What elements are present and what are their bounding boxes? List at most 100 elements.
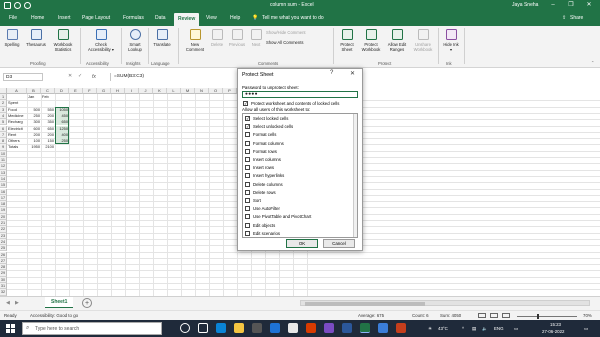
share-button[interactable]: Share — [570, 15, 583, 21]
redo-icon[interactable] — [24, 2, 31, 9]
translate-button[interactable]: Translate — [151, 29, 173, 47]
tab-view[interactable]: View — [206, 15, 217, 21]
column-header[interactable]: G — [97, 88, 111, 94]
tell-me-search[interactable]: Tell me what you want to do — [262, 15, 324, 21]
language-indicator[interactable]: ENG — [494, 326, 504, 331]
normal-view-icon[interactable] — [478, 313, 486, 318]
powerpoint-icon[interactable] — [396, 323, 406, 333]
sheet-tab-sheet1[interactable]: Sheet1 — [45, 297, 74, 308]
mail-icon[interactable] — [270, 323, 280, 333]
network-icon[interactable]: ▤ — [472, 326, 476, 332]
app2-icon[interactable] — [378, 323, 388, 333]
office-icon[interactable] — [306, 323, 316, 333]
chrome-icon[interactable] — [288, 323, 298, 333]
thesaurus-button[interactable]: Thesaurus — [25, 29, 47, 47]
check-accessibility-button[interactable]: Check Accessibility ▾ — [84, 29, 118, 52]
permission-checkbox[interactable] — [245, 214, 250, 220]
permission-checkbox[interactable] — [245, 230, 250, 236]
permission-checkbox[interactable] — [245, 198, 250, 203]
dialog-close-button[interactable]: ✕ — [350, 70, 355, 77]
weather-temp[interactable]: 43°C — [438, 326, 448, 331]
column-header[interactable]: D — [55, 88, 69, 94]
permission-checkbox[interactable] — [245, 222, 250, 228]
edge-icon[interactable] — [216, 323, 226, 333]
save-icon[interactable] — [4, 2, 11, 9]
workbook-statistics-button[interactable]: Workbook Statistics — [50, 29, 76, 52]
scroll-sheets-right-icon[interactable]: ▶ — [15, 300, 19, 306]
spelling-button[interactable]: Spelling — [3, 29, 21, 47]
cell[interactable]: Feb — [41, 94, 55, 100]
cortana-icon[interactable] — [180, 323, 190, 333]
permission-checkbox[interactable] — [245, 189, 250, 195]
permission-checkbox[interactable]: ✓ — [245, 116, 250, 121]
new-comment-button[interactable]: New Comment — [182, 29, 208, 52]
protect-workbook-button[interactable]: Protect Workbook — [359, 29, 383, 52]
cancel-entry-icon[interactable]: ✕ — [68, 74, 72, 79]
cell[interactable]: Jan — [27, 94, 41, 100]
notifications-icon[interactable]: ▭ — [584, 326, 588, 332]
close-button[interactable]: ✕ — [584, 1, 594, 10]
next-comment-button[interactable]: Next — [249, 29, 263, 47]
file-explorer-icon[interactable] — [234, 323, 244, 333]
tab-insert[interactable]: Insert — [58, 15, 71, 21]
clock-time[interactable]: 15:23 — [550, 322, 561, 327]
minimize-button[interactable]: – — [548, 1, 558, 10]
permissions-list[interactable]: ✓ Select locked cells ✓ Select unlocked cel… — [242, 113, 358, 238]
column-header[interactable]: O — [209, 88, 223, 94]
ok-button[interactable]: OK — [286, 239, 318, 248]
horizontal-scroll-thumb[interactable] — [305, 301, 425, 306]
permission-checkbox[interactable] — [245, 165, 250, 171]
taskbar-search-input[interactable]: ⌕ Type here to search — [22, 322, 162, 335]
smart-lookup-button[interactable]: Smart Lookup — [125, 29, 145, 52]
show-hide-comment-button[interactable]: Show/Hide Comment — [266, 30, 306, 35]
password-input[interactable]: ●●●● — [242, 91, 358, 98]
user-name[interactable]: Jaya Sneha — [512, 2, 538, 8]
permission-checkbox[interactable] — [245, 148, 250, 154]
column-header[interactable]: J — [139, 88, 153, 94]
allow-edit-ranges-button[interactable]: Allow Edit Ranges — [384, 29, 410, 52]
clock-date[interactable]: 27-06-2022 — [542, 329, 564, 334]
tab-page-layout[interactable]: Page Layout — [82, 15, 110, 21]
horizontal-scrollbar[interactable] — [300, 300, 590, 306]
store-icon[interactable] — [252, 323, 262, 333]
column-header[interactable]: I — [125, 88, 139, 94]
tab-data[interactable]: Data — [155, 15, 166, 21]
app-icon[interactable] — [324, 323, 334, 333]
column-header[interactable]: H — [111, 88, 125, 94]
show-all-comments-button[interactable]: Show All Comments — [266, 40, 303, 45]
accessibility-status[interactable]: Accessibility: Good to go — [30, 313, 78, 318]
volume-icon[interactable]: 🔈 — [482, 326, 487, 332]
weather-icon[interactable]: ☀ — [428, 326, 432, 332]
cell[interactable]: 1950 — [27, 144, 41, 150]
column-header[interactable]: E — [69, 88, 83, 94]
add-sheet-button[interactable]: + — [82, 298, 92, 308]
page-break-view-icon[interactable] — [502, 313, 510, 318]
insert-function-icon[interactable]: fx — [92, 74, 96, 80]
word-icon[interactable] — [342, 323, 352, 333]
cell[interactable]: 2100 — [41, 144, 55, 150]
protect-sheet-button[interactable]: Protect Sheet — [336, 29, 358, 52]
cancel-button[interactable]: Cancel — [323, 239, 355, 248]
column-header[interactable]: P — [223, 88, 237, 94]
hide-ink-button[interactable]: Hide Ink ▾ — [442, 29, 460, 52]
scroll-sheets-left-icon[interactable]: ◀ — [6, 300, 10, 306]
permissions-scrollbar[interactable] — [353, 114, 357, 237]
maximize-button[interactable]: ❐ — [566, 1, 576, 10]
zoom-level[interactable]: 70% — [583, 313, 592, 318]
unshare-workbook-button[interactable]: Unshare Workbook — [411, 29, 435, 52]
permission-checkbox[interactable] — [245, 181, 250, 187]
task-view-icon[interactable] — [198, 323, 208, 333]
battery-icon[interactable]: ▭ — [514, 326, 518, 332]
permission-checkbox[interactable] — [245, 173, 250, 179]
column-header[interactable]: F — [83, 88, 97, 94]
collapse-ribbon-icon[interactable]: ⌃ — [591, 60, 595, 65]
column-header[interactable]: K — [153, 88, 167, 94]
permission-checkbox[interactable] — [245, 132, 250, 138]
excel-icon[interactable] — [360, 323, 370, 333]
permission-checkbox[interactable] — [245, 140, 250, 146]
tab-file[interactable]: File — [9, 15, 17, 21]
tab-review[interactable]: Review — [174, 13, 200, 26]
row-header[interactable]: 32 — [0, 289, 7, 296]
tray-chevron-icon[interactable]: ^ — [462, 326, 464, 331]
tab-formulas[interactable]: Formulas — [123, 15, 144, 21]
